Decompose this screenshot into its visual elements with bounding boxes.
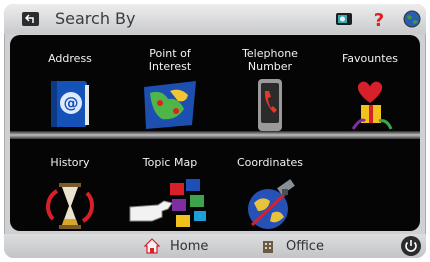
- category-label: Point of Interest: [148, 47, 192, 73]
- satellite-globe-icon: [248, 179, 295, 229]
- hourglass-icon: [46, 183, 94, 229]
- office-label: Office: [286, 238, 324, 254]
- bottom-bar: Home Office: [4, 234, 426, 258]
- category-history[interactable]: History: [20, 143, 120, 231]
- page-title: Search By: [55, 9, 136, 28]
- category-label: Address: [48, 52, 92, 65]
- power-icon: [405, 240, 417, 252]
- heart-gift-icon: [351, 81, 393, 130]
- category-label: Telephone Number: [242, 47, 298, 73]
- category-coordinates[interactable]: Coordinates: [220, 143, 320, 231]
- search-category-grid: Address @ Point of Interest Telephone Nu…: [10, 35, 420, 231]
- category-point-of-interest[interactable]: Point of Interest: [120, 39, 220, 129]
- home-shortcut[interactable]: Home: [144, 237, 208, 255]
- globe-icon[interactable]: [403, 10, 421, 28]
- category-label: Favountes: [341, 52, 399, 65]
- category-label: Topic Map: [142, 156, 198, 169]
- row-divider: [10, 131, 420, 139]
- category-address[interactable]: Address @: [20, 39, 120, 129]
- svg-text:?: ?: [374, 10, 384, 28]
- top-bar: Search By ?: [4, 4, 426, 34]
- phone-icon: [258, 79, 282, 131]
- address-book-icon: @: [51, 81, 89, 127]
- info-card-icon[interactable]: [335, 10, 353, 28]
- office-building-icon: [263, 241, 273, 253]
- poi-map-icon: [144, 81, 196, 129]
- help-icon[interactable]: ?: [370, 10, 388, 28]
- back-button[interactable]: [22, 12, 39, 26]
- navigation-screen: Search By ? Address @ Point of Interest …: [4, 4, 426, 258]
- category-label: History: [50, 156, 90, 169]
- office-shortcut[interactable]: Office: [260, 237, 324, 255]
- back-arrow-icon: [24, 14, 34, 23]
- home-label: Home: [170, 238, 209, 254]
- power-button[interactable]: [401, 236, 421, 256]
- category-favourites[interactable]: Favountes: [320, 39, 420, 130]
- svg-text:@: @: [64, 94, 79, 112]
- home-icon: [144, 238, 160, 254]
- category-topic-map[interactable]: Topic Map: [120, 143, 220, 231]
- category-label: Coordinates: [236, 156, 304, 169]
- topic-cubes-icon: [129, 179, 206, 227]
- category-telephone-number[interactable]: Telephone Number: [220, 39, 320, 131]
